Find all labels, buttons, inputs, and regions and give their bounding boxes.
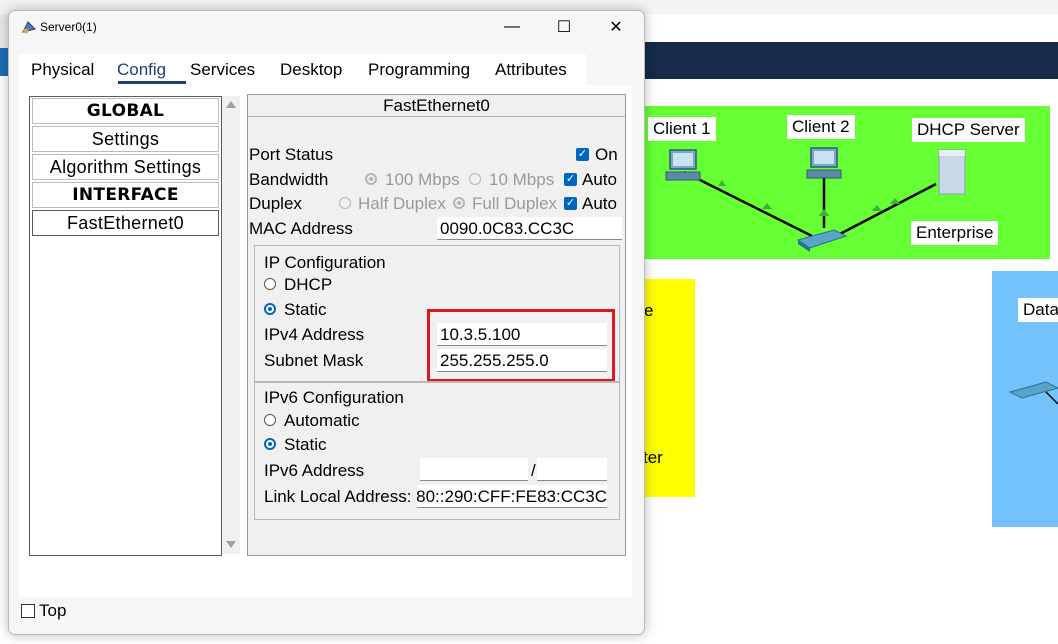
config-nav-list: GLOBAL Settings Algorithm Settings INTER… [29,96,222,556]
close-button[interactable]: ✕ [593,11,639,43]
client1-pc-icon[interactable] [665,149,701,181]
bandwidth-100-radio[interactable] [365,173,377,185]
tab-attributes[interactable]: Attributes [495,60,567,80]
yellow-zone-fragment-top: e [644,301,654,320]
highlight-annotation-box [427,309,615,382]
bandwidth-label: Bandwidth [249,170,329,189]
mac-address-label: MAC Address [249,219,353,238]
link-local-field[interactable]: FE80::290:CFF:FE83:CC3C [417,485,607,508]
interface-title: FastEthernet0 [248,95,625,117]
half-duplex-label: Half Duplex [358,194,446,213]
data-switch-icon[interactable] [1008,381,1058,405]
scroll-up-icon[interactable] [226,101,236,108]
ipv6-address-field[interactable] [420,458,528,481]
duplex-auto-checkbox[interactable]: ✓ [564,197,577,210]
tab-physical[interactable]: Physical [31,60,94,80]
scroll-down-icon[interactable] [226,541,236,548]
nav-item-algorithm-settings[interactable]: Algorithm Settings [32,154,219,180]
active-tab-indicator [118,81,186,84]
enterprise-label: Enterprise [911,221,999,245]
port-status-on-label: On [595,145,618,164]
bandwidth-100-label: 100 Mbps [385,170,460,189]
tab-bar: Physical Config Services Desktop Program… [19,54,586,85]
tab-config[interactable]: Config [117,60,166,80]
data-zone-label: Data [1018,298,1058,322]
maximize-button[interactable]: ☐ [541,11,587,43]
nav-interface-header: INTERFACE [32,182,219,208]
full-duplex-label: Full Duplex [472,194,558,213]
yellow-zone-fragment-bottom: ter [643,448,663,467]
client2-label: Client 2 [787,115,855,139]
nav-scrollbar[interactable] [222,96,240,554]
top-checkbox[interactable] [21,604,35,618]
window-titlebar[interactable]: Server0(1) — ☐ ✕ [9,11,644,43]
ipv6-prefix-separator: / [531,461,536,480]
top-label: Top [39,601,67,620]
app-icon [22,21,36,34]
ipv6-address-label: IPv6 Address [264,461,365,480]
dhcp-radio[interactable] [264,278,276,290]
dhcp-server-label: DHCP Server [912,118,1025,142]
half-duplex-radio[interactable] [339,197,351,209]
ip-config-title: IP Configuration [264,253,386,272]
client1-label: Client 1 [648,117,716,141]
nav-item-settings[interactable]: Settings [32,126,219,152]
tab-desktop[interactable]: Desktop [280,60,342,80]
port-status-checkbox[interactable]: ✓ [576,148,589,161]
static-ip-radio[interactable] [264,303,276,315]
bandwidth-10-radio[interactable] [469,173,481,185]
bandwidth-10-label: 10 Mbps [489,170,555,189]
window-title: Server0(1) [40,20,97,34]
static-ip-label: Static [284,300,327,319]
ipv4-address-label: IPv4 Address [264,325,365,344]
tab-services[interactable]: Services [190,60,255,80]
device-config-window: Server0(1) — ☐ ✕ Physical Config Service… [8,10,645,635]
port-status-label: Port Status [249,145,334,164]
ipv6-config-title: IPv6 Configuration [264,388,404,407]
ipv6-static-radio[interactable] [264,438,276,450]
tab-programming[interactable]: Programming [368,60,470,80]
dhcp-label: DHCP [284,275,333,294]
client2-pc-icon[interactable] [806,147,842,179]
subnet-mask-label: Subnet Mask [264,351,364,370]
ipv6-prefix-field[interactable] [537,458,607,481]
bandwidth-auto-label: Auto [582,170,617,189]
dhcp-server-icon[interactable] [938,149,966,195]
ipv6-automatic-radio[interactable] [264,414,276,426]
link-local-label: Link Local Address: [264,487,412,506]
ipv6-automatic-label: Automatic [284,411,360,430]
bandwidth-auto-checkbox[interactable]: ✓ [564,173,577,186]
nav-global-header: GLOBAL [32,98,219,124]
mac-address-field[interactable]: 0090.0C83.CC3C [437,217,622,240]
minimize-button[interactable]: — [489,11,535,43]
duplex-label: Duplex [249,194,302,213]
nav-item-fastethernet0[interactable]: FastEthernet0 [32,210,219,236]
full-duplex-radio[interactable] [453,197,465,209]
ipv6-static-label: Static [284,435,327,454]
duplex-auto-label: Auto [582,194,617,213]
